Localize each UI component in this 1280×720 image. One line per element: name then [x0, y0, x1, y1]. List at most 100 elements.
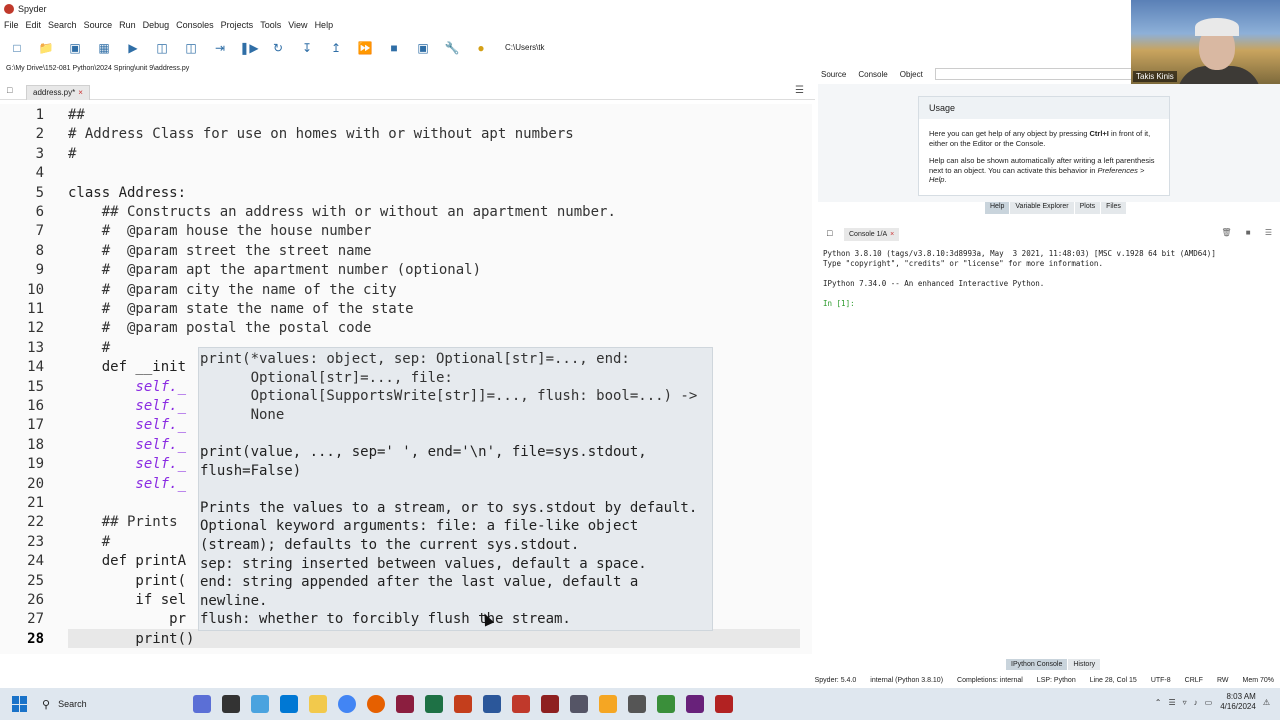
chrome-icon[interactable] — [338, 695, 356, 713]
menu-run[interactable]: Run — [119, 20, 136, 30]
save-all-icon[interactable]: ▦ — [93, 37, 115, 59]
close-tab-icon[interactable]: × — [78, 88, 83, 97]
menu-view[interactable]: View — [288, 20, 307, 30]
menu-edit[interactable]: Edit — [26, 20, 42, 30]
visual-studio-icon[interactable] — [686, 695, 704, 713]
taskbar-search[interactable]: ⚲ Search — [42, 693, 182, 715]
code-line: # Address Class for use on homes with or… — [68, 126, 574, 143]
file-explorer-icon[interactable] — [309, 695, 327, 713]
code-line: # @param house the house number — [68, 223, 372, 240]
step-into-icon[interactable]: ↧ — [296, 37, 318, 59]
step-icon[interactable]: ↻ — [267, 37, 289, 59]
calltip-line — [200, 424, 712, 443]
help-object-input[interactable] — [934, 68, 1155, 80]
new-file-icon[interactable]: □ — [6, 37, 28, 59]
open-file-icon[interactable]: 📁 — [35, 37, 57, 59]
menu-file[interactable]: File — [4, 20, 19, 30]
clock-date: 4/16/2024 — [1220, 702, 1256, 711]
status-interpreter[interactable]: internal (Python 3.8.10) — [870, 677, 943, 684]
console-options-icon[interactable]: ☰ — [1265, 228, 1272, 237]
word-icon[interactable] — [483, 695, 501, 713]
firefox-icon[interactable] — [367, 695, 385, 713]
tab-history[interactable]: History — [1068, 659, 1101, 670]
editor-options-icon[interactable]: ☰ — [795, 85, 804, 96]
maximize-pane-icon[interactable]: ▣ — [412, 37, 434, 59]
calltip-line: Optional[str]=..., file: — [200, 369, 453, 386]
ipython-console[interactable]: Python 3.8.10 (tags/v3.8.10:3d8993a, May… — [818, 244, 1280, 656]
run-cell-advance-icon[interactable]: ◫ — [180, 37, 202, 59]
step-return-icon[interactable]: ↥ — [325, 37, 347, 59]
wifi-icon[interactable]: ▿ — [1183, 698, 1187, 707]
powerpoint-icon[interactable] — [454, 695, 472, 713]
menu-help[interactable]: Help — [315, 20, 334, 30]
teams-icon[interactable] — [280, 695, 298, 713]
editor-tab-bar: □ address.py* × ☰ — [0, 82, 815, 100]
windows-start-icon[interactable] — [12, 696, 28, 712]
network-icon[interactable]: ☰ — [1168, 698, 1175, 707]
line-number: 6 — [35, 204, 44, 220]
vlc-icon[interactable] — [599, 695, 617, 713]
clock-time: 8:03 AM — [1226, 692, 1256, 701]
python-path-icon[interactable]: ● — [470, 37, 492, 59]
line-number: 14 — [27, 359, 44, 376]
menu-tools[interactable]: Tools — [260, 20, 281, 30]
tab-ipython-console[interactable]: IPython Console — [1006, 659, 1068, 670]
status-encoding: UTF-8 — [1150, 676, 1171, 684]
taskbar-clock[interactable]: 8:03 AM 4/16/2024 — [1220, 692, 1256, 712]
console-tab-1a[interactable]: Console 1/A × — [844, 228, 900, 241]
close-console-icon[interactable]: × — [890, 231, 894, 238]
spyder-taskbar-icon[interactable] — [541, 695, 559, 713]
excel-icon[interactable] — [425, 695, 443, 713]
chevron-up-icon[interactable]: ⌃ — [1155, 698, 1162, 707]
debug-icon[interactable]: ❚▶ — [238, 37, 260, 59]
tab-files[interactable]: Files — [1101, 202, 1126, 214]
terminal-icon[interactable] — [628, 695, 646, 713]
calltip-line: print(value, ..., sep=' ', end='\n', fil… — [200, 443, 647, 460]
save-file-icon[interactable]: ▣ — [64, 37, 86, 59]
trash-icon[interactable]: 🗑 — [1221, 228, 1231, 237]
line-number: 24 — [27, 553, 44, 570]
code-line: # — [68, 339, 111, 356]
tab-help[interactable]: Help — [985, 202, 1010, 214]
tab-plots[interactable]: Plots — [1074, 202, 1101, 214]
notepad-icon[interactable] — [657, 695, 675, 713]
help-bottom-tabs: Help Variable Explorer Plots Files — [985, 202, 1127, 214]
dreamweaver-icon[interactable] — [396, 695, 414, 713]
editor-tab-label: address.py* — [33, 88, 76, 97]
working-directory[interactable]: C:\Users\tk — [505, 43, 545, 52]
task-view-icon[interactable] — [222, 695, 240, 713]
snip-icon[interactable] — [715, 695, 733, 713]
line-number: 4 — [35, 165, 44, 182]
menu-search[interactable]: Search — [48, 20, 77, 30]
run-icon[interactable]: ▶ — [122, 37, 144, 59]
console-bottom-tabs: IPython Console History — [1006, 659, 1101, 670]
stop-icon[interactable]: ■ — [383, 37, 405, 59]
tab-variable-explorer[interactable]: Variable Explorer — [1010, 202, 1074, 214]
run-selection-icon[interactable]: ⇥ — [209, 37, 231, 59]
browse-tabs-icon[interactable]: □ — [7, 85, 12, 95]
menu-projects[interactable]: Projects — [221, 20, 254, 30]
copilot-icon[interactable] — [193, 695, 211, 713]
menu-source[interactable]: Source — [84, 20, 113, 30]
line-number: 26 — [27, 592, 44, 608]
code-line: # @param apt the apartment number (optio… — [68, 262, 482, 279]
notification-bell-icon[interactable]: ⚠ — [1263, 698, 1270, 707]
editor-tab-address[interactable]: address.py* × — [26, 85, 90, 100]
help-object-label: Object — [899, 69, 923, 79]
continue-icon[interactable]: ⏩ — [354, 37, 376, 59]
filezilla-icon[interactable] — [512, 695, 530, 713]
stop-kernel-icon[interactable]: ■ — [1246, 228, 1251, 237]
preferences-wrench-icon[interactable]: 🔧 — [441, 37, 463, 59]
usage-body: Here you can get help of any object by p… — [919, 119, 1169, 185]
run-cell-icon[interactable]: ◫ — [151, 37, 173, 59]
browse-consoles-icon[interactable]: □ — [827, 228, 832, 238]
help-console-select[interactable]: Console — [858, 70, 887, 79]
zoom-icon[interactable] — [570, 695, 588, 713]
weather-icon[interactable] — [251, 695, 269, 713]
menu-debug[interactable]: Debug — [143, 20, 170, 30]
battery-icon[interactable]: ▭ — [1205, 698, 1213, 707]
volume-icon[interactable]: ♪ — [1194, 698, 1198, 707]
menu-consoles[interactable]: Consoles — [176, 20, 214, 30]
calltip-popup: print(*values: object, sep: Optional[str… — [198, 347, 713, 631]
windows-taskbar: ⚲ Search ⌃ ☰ ▿ ♪ ▭ 8:03 AM 4/16/2024 ⚠ — [0, 688, 1280, 720]
